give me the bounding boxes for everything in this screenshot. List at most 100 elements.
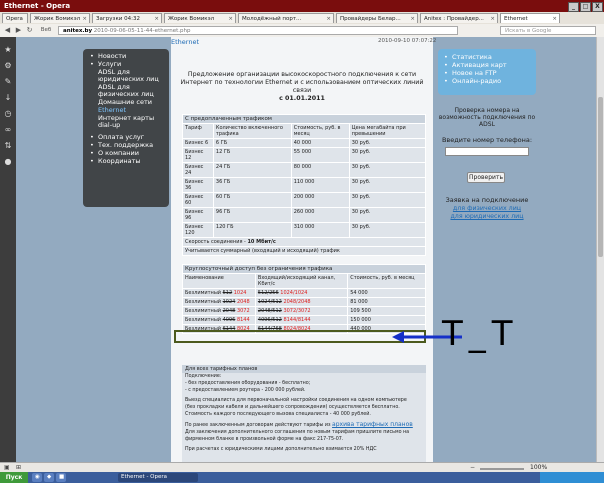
block-caption: Для всех тарифных планов <box>182 365 426 373</box>
phone-input[interactable] <box>445 147 529 156</box>
link-ftp-news[interactable]: • Новое на FTP <box>438 69 536 77</box>
url-domain: anitex.by <box>63 28 93 34</box>
table-row: Безлимитный 2048 3072 2048/512 3072/3072… <box>182 306 426 316</box>
speed-dial-icon[interactable]: ⊞ <box>16 464 21 472</box>
close-icon[interactable]: × <box>82 14 87 23</box>
request-legal-link[interactable]: для юридических лиц <box>438 213 536 220</box>
connection-title: Подключение: <box>185 374 222 379</box>
tab-label: Жорик Вомикэл <box>168 16 215 22</box>
tab-ethernet[interactable]: Ethernet × <box>500 13 560 23</box>
table-header-row: Наименование Входящий/исходящий канал, Кб… <box>182 273 426 289</box>
side-panel: ★ ⚙ ✎ ↓ ◷ ∞ ⇅ ● <box>0 37 16 462</box>
link-card-activation[interactable]: • Активация карт <box>438 61 536 69</box>
widgets-icon[interactable]: ⚙ <box>3 61 13 71</box>
table-row: Безлимитный 1024 2048 1024/512 2048/2048… <box>182 297 426 307</box>
close-icon[interactable]: × <box>410 14 415 23</box>
search-field[interactable]: Искать в Google <box>500 26 596 35</box>
scrollbar-thumb[interactable] <box>598 97 603 257</box>
downloads-icon[interactable]: ↓ <box>3 93 13 103</box>
table-row: Бизнес 120 120 ГБ 310 000 30 руб. <box>182 222 427 238</box>
tab-label: Загрузки 04:32 <box>96 16 140 22</box>
menu-item-payment[interactable]: • Оплата услуг <box>83 134 169 141</box>
quicklaunch-icon[interactable]: ■ <box>56 473 66 482</box>
links-icon[interactable]: ∞ <box>3 125 13 135</box>
table-row: Бизнес 12 12 ГБ 55 000 30 руб. <box>182 147 427 163</box>
start-button[interactable]: Пуск <box>0 472 28 483</box>
menu-item-ethernet[interactable]: Ethernet <box>83 107 169 114</box>
tab-opera[interactable]: Opera <box>2 13 28 23</box>
url-field[interactable]: anitex.by 2010-09-06-05-11-44-ethernet.p… <box>58 26 458 35</box>
menu-item-home-networks[interactable]: Домашние сети <box>83 99 169 106</box>
tab-zhorik-1[interactable]: Жорик Вомикэл × <box>30 13 90 23</box>
menu-item-support[interactable]: • Тех. поддержка <box>83 142 169 149</box>
tab-youth-portal[interactable]: Молодёжный порт... × <box>238 13 334 23</box>
intro-date: с 01.01.2011 <box>279 95 325 102</box>
panels-icon[interactable]: ● <box>3 157 13 167</box>
panel-toggle-icon[interactable]: ▣ <box>4 464 10 472</box>
menu-item-adsl-individual[interactable]: ADSL для физических лиц <box>83 84 169 98</box>
speed-note: Скорость соединения - 10 Мбит/с <box>182 237 426 247</box>
tab-anitex[interactable]: Anitex : Провайдер... × <box>420 13 498 23</box>
phone-label: Введите номер телефона: <box>441 136 533 144</box>
check-button[interactable]: Проверить <box>467 172 505 183</box>
archive-link[interactable]: архива тарифных планов <box>332 421 413 428</box>
menu-item-news[interactable]: • Новости <box>83 53 169 60</box>
url-path: 2010-09-06-05-11-44-ethernet.php <box>93 28 191 34</box>
close-icon[interactable]: × <box>154 14 159 23</box>
close-icon[interactable]: × <box>490 14 495 23</box>
close-icon[interactable]: × <box>326 14 331 23</box>
taskbar-item-opera[interactable]: Ethernet - Opera <box>118 473 198 482</box>
vertical-scrollbar[interactable] <box>596 37 604 462</box>
link-statistics[interactable]: • Статистика <box>438 53 536 61</box>
notes-icon[interactable]: ✎ <box>3 77 13 87</box>
tab-providers[interactable]: Провайдеры Белар... × <box>336 13 418 23</box>
specialist-line: Выезд специалиста для первоначальной нас… <box>185 398 407 403</box>
tab-label: Opera <box>6 16 23 22</box>
tab-label: Ethernet <box>504 16 528 22</box>
intro-text: Предложение организации высокоскоростног… <box>180 71 424 102</box>
zoom-slider[interactable] <box>480 468 524 470</box>
os-taskbar: Пуск ◉ ◆ ■ Ethernet - Opera <box>0 472 604 483</box>
request-individual-link[interactable]: для физических лиц <box>438 205 536 212</box>
maximize-button[interactable]: □ <box>580 2 591 12</box>
system-tray <box>540 472 604 483</box>
bookmarks-icon[interactable]: ★ <box>3 45 13 55</box>
menu-item-about[interactable]: • О компании <box>83 150 169 157</box>
transfers-icon[interactable]: ⇅ <box>3 141 13 151</box>
annotation-text: T_T <box>442 314 519 354</box>
link-online-radio[interactable]: • Онлайн-радио <box>438 77 536 85</box>
table-row: Безлимитный 4096 8144 4096/512 8144/8144… <box>182 315 426 325</box>
tab-label: Anitex : Провайдер... <box>424 16 484 22</box>
site-menu: • Новости • Услуги ADSL для юридических ли… <box>83 49 169 207</box>
agreement-line: фирменном бланке в произвольной форме на… <box>185 437 344 442</box>
connection-line: - с предоставлением роутера - 200 000 ру… <box>185 388 306 393</box>
menu-item-dialup-cards[interactable]: Интернет карты dial-up <box>83 115 169 129</box>
zoom-out-icon[interactable]: − <box>470 464 475 472</box>
back-icon[interactable]: ◀ <box>3 26 12 35</box>
minimize-button[interactable]: _ <box>568 2 579 12</box>
quicklaunch-icon[interactable]: ◆ <box>44 473 54 482</box>
table-row: Бизнес 66 ГБ 40 000 30 руб. <box>182 138 427 148</box>
close-icon[interactable]: × <box>228 14 233 23</box>
close-icon[interactable]: × <box>552 14 557 23</box>
close-window-button[interactable]: X <box>592 2 603 12</box>
specialist-line: Стоимость каждого последующего вызова сп… <box>185 412 371 417</box>
zoom-level[interactable]: 100% <box>530 464 547 472</box>
quicklaunch-icon[interactable]: ◉ <box>32 473 42 482</box>
agreement-line: Для заключения дополнительного соглашени… <box>185 430 410 435</box>
tab-downloads[interactable]: Загрузки 04:32 × <box>92 13 162 23</box>
tab-label: Провайдеры Белар... <box>340 16 401 22</box>
table-caption: Круглосуточный доступ без ограничения тр… <box>182 264 426 274</box>
history-icon[interactable]: ◷ <box>3 109 13 119</box>
reload-icon[interactable]: ↻ <box>25 26 34 35</box>
menu-item-services[interactable]: • Услуги <box>83 61 169 68</box>
forward-icon[interactable]: ▶ <box>14 26 23 35</box>
menu-item-contacts[interactable]: • Координаты <box>83 158 169 165</box>
tab-zhorik-2[interactable]: Жорик Вомикэл × <box>164 13 236 23</box>
page-title: Ethernet <box>171 38 199 46</box>
table-header-row: Тариф Количество включенного трафика Стоим… <box>182 123 427 139</box>
menu-item-adsl-legal[interactable]: ADSL для юридических лиц <box>83 69 169 83</box>
table-row: Бизнес 96 96 ГБ 260 000 30 руб. <box>182 207 427 223</box>
window-title: Ethernet - Opera <box>4 2 71 10</box>
connection-line: - без предоставления оборудования - бесп… <box>185 381 311 386</box>
